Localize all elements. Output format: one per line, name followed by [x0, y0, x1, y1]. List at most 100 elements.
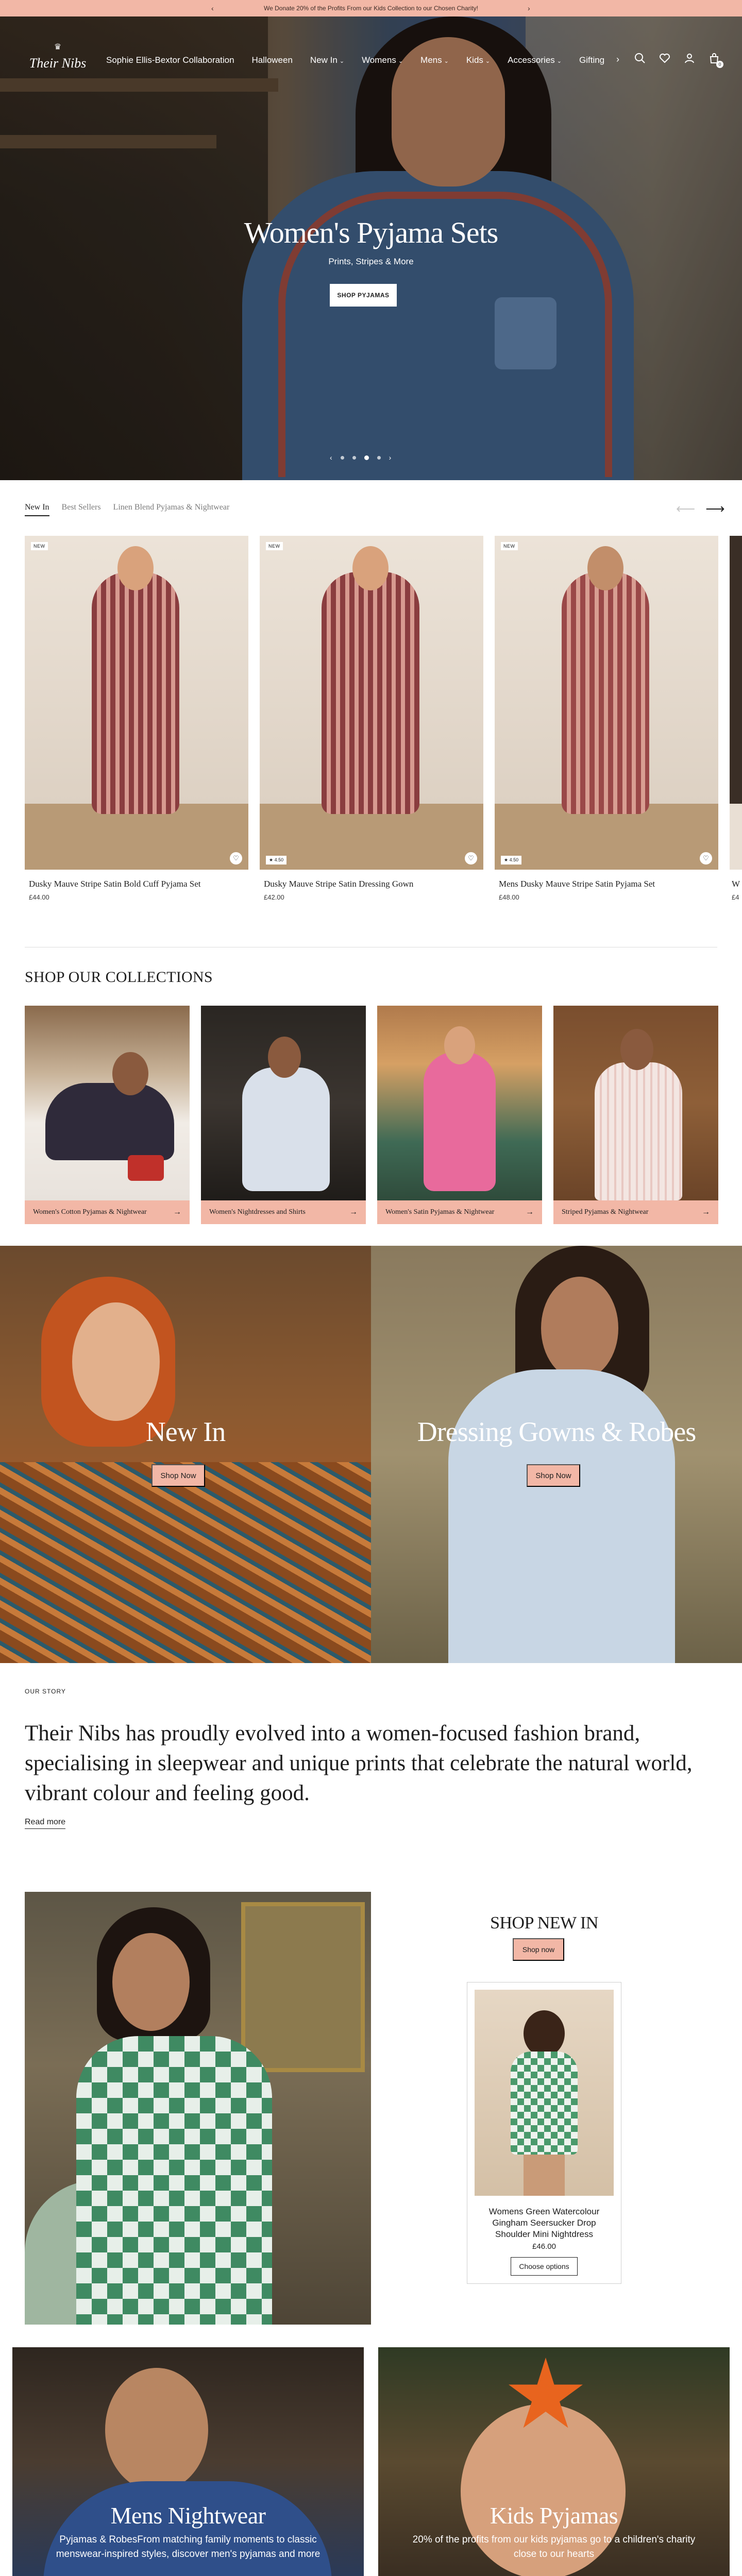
nav-label: Accessories — [508, 55, 555, 65]
collection-card[interactable]: Striped Pyjamas & Nightwear → — [553, 1006, 718, 1224]
collection-image[interactable] — [377, 1006, 542, 1200]
collection-card[interactable]: Women's Satin Pyjamas & Nightwear → — [377, 1006, 542, 1224]
slide-dot[interactable] — [377, 455, 381, 460]
product-price: £42.00 — [264, 893, 284, 901]
chevron-left-icon[interactable]: ‹ — [330, 453, 332, 462]
read-more-link[interactable]: Read more — [25, 1818, 66, 1829]
story-text: Their Nibs has proudly evolved into a wo… — [25, 1721, 693, 1805]
chevron-down-icon: ⌄ — [444, 58, 449, 64]
product-price: £4 — [732, 893, 739, 901]
product-model-head — [117, 546, 154, 590]
nav-item-new-in[interactable]: New In ⌄ — [310, 55, 344, 65]
featured-product-price: £46.00 — [532, 2242, 556, 2251]
shop-now-button[interactable]: Shop Now — [151, 1464, 205, 1487]
new-in-banner[interactable]: New In Shop Now — [0, 1246, 371, 1663]
product-tabs: New In Best Sellers Linen Blend Pyjamas … — [25, 503, 229, 516]
new-badge: NEW — [31, 542, 48, 550]
product-image[interactable]: NEW ★ 4.50 ♡ — [495, 536, 718, 870]
announcement-text: We Donate 20% of the Profits From our Ki… — [264, 5, 478, 12]
collection-label-text: Women's Cotton Pyjamas & Nightwear — [33, 1208, 147, 1216]
chevron-left-icon[interactable]: ‹ — [211, 4, 214, 12]
banner-title: Dressing Gowns & Robes — [417, 1416, 697, 1447]
rating-badge: ★ 4.50 — [266, 856, 287, 865]
product-card-partial[interactable]: W £4 — [730, 536, 742, 901]
chevron-right-icon[interactable]: › — [528, 4, 530, 12]
chevron-down-icon: ⌄ — [556, 58, 562, 64]
product-image[interactable]: NEW ★ 4.50 ♡ — [260, 536, 483, 870]
banner-model-face — [72, 1302, 160, 1421]
nav-item-gifting[interactable]: Gifting — [579, 55, 610, 65]
nav-label: Gifting — [579, 55, 605, 65]
new-badge: NEW — [501, 542, 518, 550]
wall-painting — [241, 1902, 365, 2072]
tab-new-in[interactable]: New In — [25, 503, 49, 516]
collection-image[interactable] — [553, 1006, 718, 1200]
nav-item-accessories[interactable]: Accessories ⌄ — [508, 55, 562, 65]
tile-subtitle: 20% of the profits from our kids pyjamas… — [412, 2534, 696, 2560]
nav-item-collaboration[interactable]: Sophie Ellis-Bextor Collaboration — [106, 55, 234, 65]
heart-icon[interactable]: ♡ — [465, 852, 477, 865]
collection-label[interactable]: Women's Nightdresses and Shirts → — [201, 1200, 366, 1224]
cart-icon[interactable]: 0 — [708, 53, 723, 68]
model-face — [112, 1933, 190, 2031]
mens-nightwear-tile[interactable]: Mens Nightwear Pyjamas & RobesFrom match… — [12, 2347, 364, 2576]
heart-icon[interactable] — [659, 53, 671, 65]
banner-title: New In — [145, 1416, 226, 1447]
chevron-down-icon: ⌄ — [339, 58, 345, 64]
dressing-gowns-banner[interactable]: Dressing Gowns & Robes Shop Now — [371, 1246, 742, 1663]
logo[interactable]: ♛ Their Nibs — [27, 43, 89, 77]
collection-image[interactable] — [201, 1006, 366, 1200]
kids-pyjamas-tile[interactable]: Kids Pyjamas 20% of the profits from our… — [378, 2347, 730, 2576]
shop-now-button[interactable]: Shop now — [513, 1938, 564, 1961]
collection-label[interactable]: Striped Pyjamas & Nightwear → — [553, 1200, 718, 1224]
collection-image[interactable] — [25, 1006, 190, 1200]
product-name[interactable]: W — [730, 879, 742, 889]
arrow-left-icon[interactable]: ⟵ — [676, 501, 695, 517]
choose-options-button[interactable]: Choose options — [511, 2257, 578, 2276]
header-icons: 0 — [615, 53, 723, 68]
tab-linen-blend[interactable]: Linen Blend Pyjamas & Nightwear — [113, 503, 230, 516]
product-card[interactable]: NEW ♡ Dusky Mauve Stripe Satin Bold Cuff… — [25, 536, 248, 901]
heart-icon[interactable]: ♡ — [230, 852, 242, 865]
chevron-right-icon[interactable]: › — [389, 453, 392, 462]
collection-label[interactable]: Women's Cotton Pyjamas & Nightwear → — [25, 1200, 190, 1224]
shop-now-button[interactable]: Shop Now — [527, 1464, 580, 1487]
slide-dot[interactable] — [352, 455, 356, 460]
nav-label: Sophie Ellis-Bextor Collaboration — [106, 55, 234, 65]
product-name[interactable]: Dusky Mauve Stripe Satin Bold Cuff Pyjam… — [25, 879, 248, 889]
shop-pyjamas-button[interactable]: SHOP PYJAMAS — [330, 284, 397, 307]
nav-item-womens[interactable]: Womens ⌄ — [362, 55, 403, 65]
heart-icon[interactable]: ♡ — [700, 852, 712, 865]
product-image[interactable]: NEW ♡ — [25, 536, 248, 870]
slide-dot-active[interactable] — [364, 455, 369, 460]
account-icon[interactable] — [683, 53, 696, 65]
nav-label: Womens — [362, 55, 396, 65]
featured-product-name[interactable]: Womens Green Watercolour Gingham Seersuc… — [475, 2206, 614, 2240]
product-name[interactable]: Dusky Mauve Stripe Satin Dressing Gown — [260, 879, 483, 889]
nav-item-halloween[interactable]: Halloween — [252, 55, 293, 65]
main-nav: Sophie Ellis-Bextor Collaboration Hallow… — [106, 55, 610, 65]
nav-label: Kids — [466, 55, 483, 65]
tab-best-sellers[interactable]: Best Sellers — [62, 503, 101, 516]
product-model — [562, 572, 649, 814]
product-name[interactable]: Mens Dusky Mauve Stripe Satin Pyjama Set — [495, 879, 718, 889]
crown-icon: ♛ — [54, 43, 62, 52]
featured-product-card[interactable]: Womens Green Watercolour Gingham Seersuc… — [467, 1982, 621, 2284]
slide-dot[interactable] — [340, 455, 344, 460]
collection-card[interactable]: Women's Nightdresses and Shirts → — [201, 1006, 366, 1224]
shop-new-in-title: SHOP NEW IN — [490, 1913, 598, 1933]
nav-label: New In — [310, 55, 338, 65]
search-icon[interactable] — [634, 53, 646, 65]
product-card[interactable]: NEW ★ 4.50 ♡ Mens Dusky Mauve Stripe Sat… — [495, 536, 718, 901]
collection-card[interactable]: Women's Cotton Pyjamas & Nightwear → — [25, 1006, 190, 1224]
product-card[interactable]: NEW ★ 4.50 ♡ Dusky Mauve Stripe Satin Dr… — [260, 536, 483, 901]
product-model — [322, 572, 419, 814]
arrow-right-icon[interactable]: ⟶ — [705, 501, 724, 517]
product-model — [92, 572, 179, 814]
collections-title: SHOP OUR COLLECTIONS — [25, 969, 213, 986]
product-image[interactable] — [730, 536, 742, 870]
featured-product-image[interactable] — [475, 1990, 614, 2196]
nav-item-kids[interactable]: Kids ⌄ — [466, 55, 490, 65]
collection-label[interactable]: Women's Satin Pyjamas & Nightwear → — [377, 1200, 542, 1224]
nav-item-mens[interactable]: Mens ⌄ — [420, 55, 449, 65]
